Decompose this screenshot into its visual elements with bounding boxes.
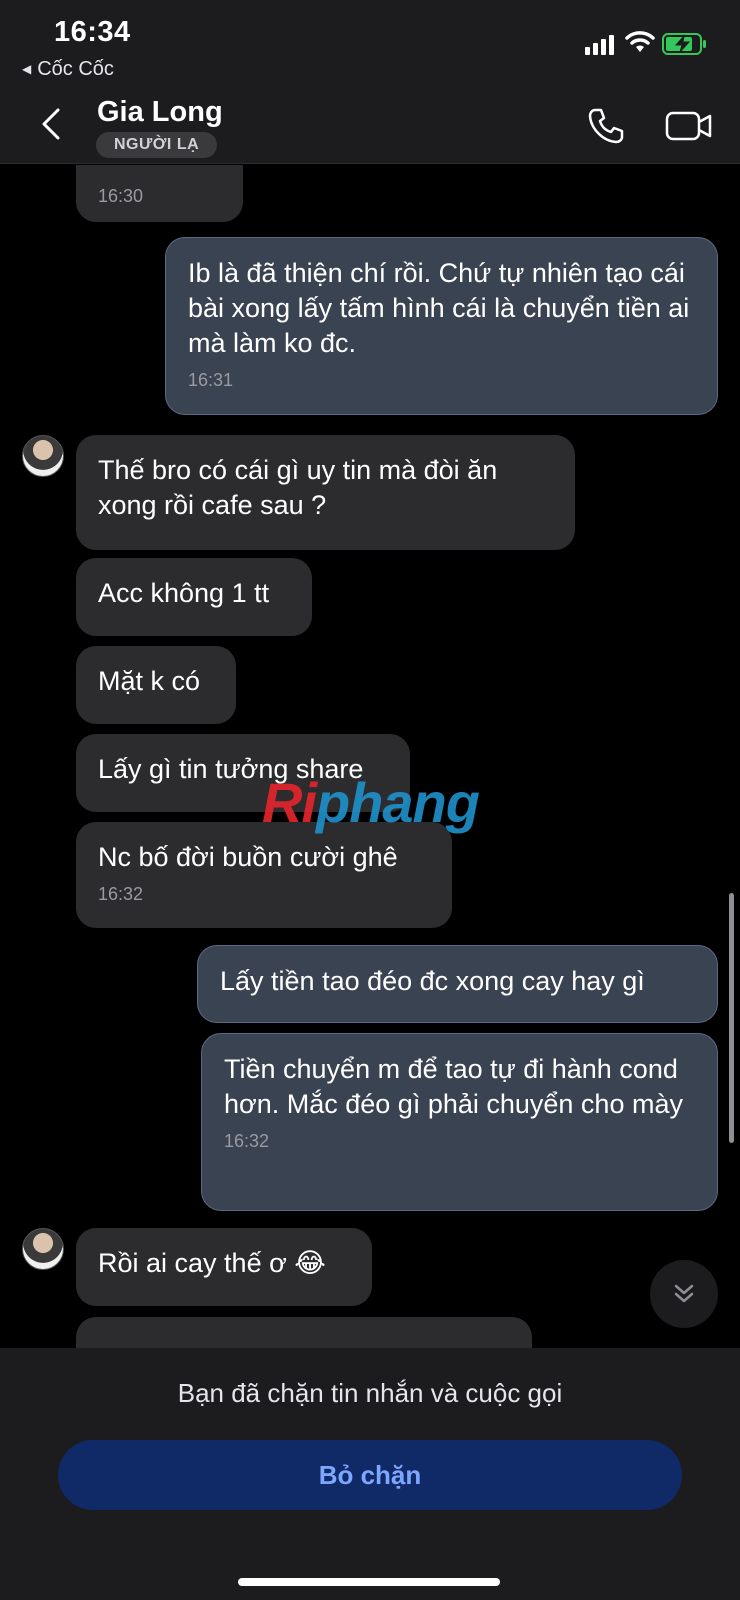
unblock-button[interactable]: Bỏ chặn (58, 1440, 682, 1510)
message-text: Mặt k có (98, 666, 201, 696)
scroll-to-bottom-button[interactable] (650, 1260, 718, 1328)
blocked-footer: Bạn đã chặn tin nhắn và cuộc gọi Bỏ chặn (0, 1348, 740, 1600)
message-time: 16:32 (98, 884, 144, 904)
message-bubble-in[interactable]: 16:30 (76, 165, 243, 222)
back-triangle-icon: ◀ (22, 62, 32, 76)
message-text: Rồi ai cay thế ơ 😂 (98, 1248, 326, 1278)
status-bar: 16:34 ◀ Cốc Cốc (0, 0, 740, 90)
message-text: Acc không 1 tt (98, 578, 270, 608)
message-time: 16:32 (224, 1131, 270, 1151)
message-bubble-out[interactable]: Tiền chuyển m để tao tự đi hành cond hơn… (201, 1033, 718, 1211)
message-bubble-in[interactable]: Acc không 1 tt (76, 558, 312, 636)
phone-icon[interactable] (586, 106, 626, 146)
message-text: Lấy tiền tao đéo đc xong cay hay gì (220, 966, 645, 996)
watermark-logo: Riphang (262, 771, 480, 834)
scrollbar[interactable] (729, 893, 734, 1143)
battery-charging-icon (662, 33, 706, 55)
message-bubble-out[interactable]: Lấy tiền tao đéo đc xong cay hay gì (197, 945, 718, 1023)
message-text: Tiền chuyển m để tao tự đi hành cond hơn… (224, 1054, 683, 1119)
double-chevron-down-icon (674, 1284, 694, 1303)
message-bubble-out[interactable]: Ib là đã thiện chí rồi. Chứ tự nhiên tạo… (165, 237, 718, 415)
message-time: 16:30 (98, 186, 144, 206)
wifi-icon (625, 31, 655, 52)
chevron-left-icon[interactable] (36, 104, 68, 144)
status-time: 16:34 (54, 16, 131, 48)
message-text: Ib là đã thiện chí rồi. Chứ tự nhiên tạo… (188, 258, 690, 358)
video-camera-icon[interactable] (665, 108, 713, 144)
avatar[interactable] (22, 435, 64, 477)
stranger-badge: NGƯỜI LẠ (96, 132, 218, 158)
message-bubble-in[interactable]: Rồi ai cay thế ơ 😂 (76, 1228, 372, 1306)
home-indicator[interactable] (238, 1578, 500, 1586)
signal-icon (585, 33, 617, 55)
message-text: Thế bro có cái gì uy tin mà đòi ăn xong … (98, 455, 498, 520)
back-app-label: Cốc Cốc (37, 58, 114, 80)
message-bubble-in[interactable]: Mặt k có (76, 646, 236, 724)
contact-name[interactable]: Gia Long (97, 96, 223, 129)
back-to-app-link[interactable]: ◀ Cốc Cốc (22, 58, 114, 81)
message-time: 16:31 (188, 370, 234, 390)
avatar[interactable] (22, 1228, 64, 1270)
chat-header: Gia Long NGƯỜI LẠ (0, 90, 740, 164)
message-bubble-in[interactable] (76, 1317, 532, 1348)
blocked-notice: Bạn đã chặn tin nhắn và cuộc gọi (177, 1378, 563, 1408)
message-list[interactable]: 16:30 Ib là đã thiện chí rồi. Chứ tự nhi… (0, 165, 740, 1348)
message-bubble-in[interactable]: Thế bro có cái gì uy tin mà đòi ăn xong … (76, 435, 575, 550)
message-bubble-in[interactable]: Nc bố đời buồn cười ghê 16:32 (76, 822, 452, 928)
message-text: Nc bố đời buồn cười ghê (98, 842, 398, 872)
